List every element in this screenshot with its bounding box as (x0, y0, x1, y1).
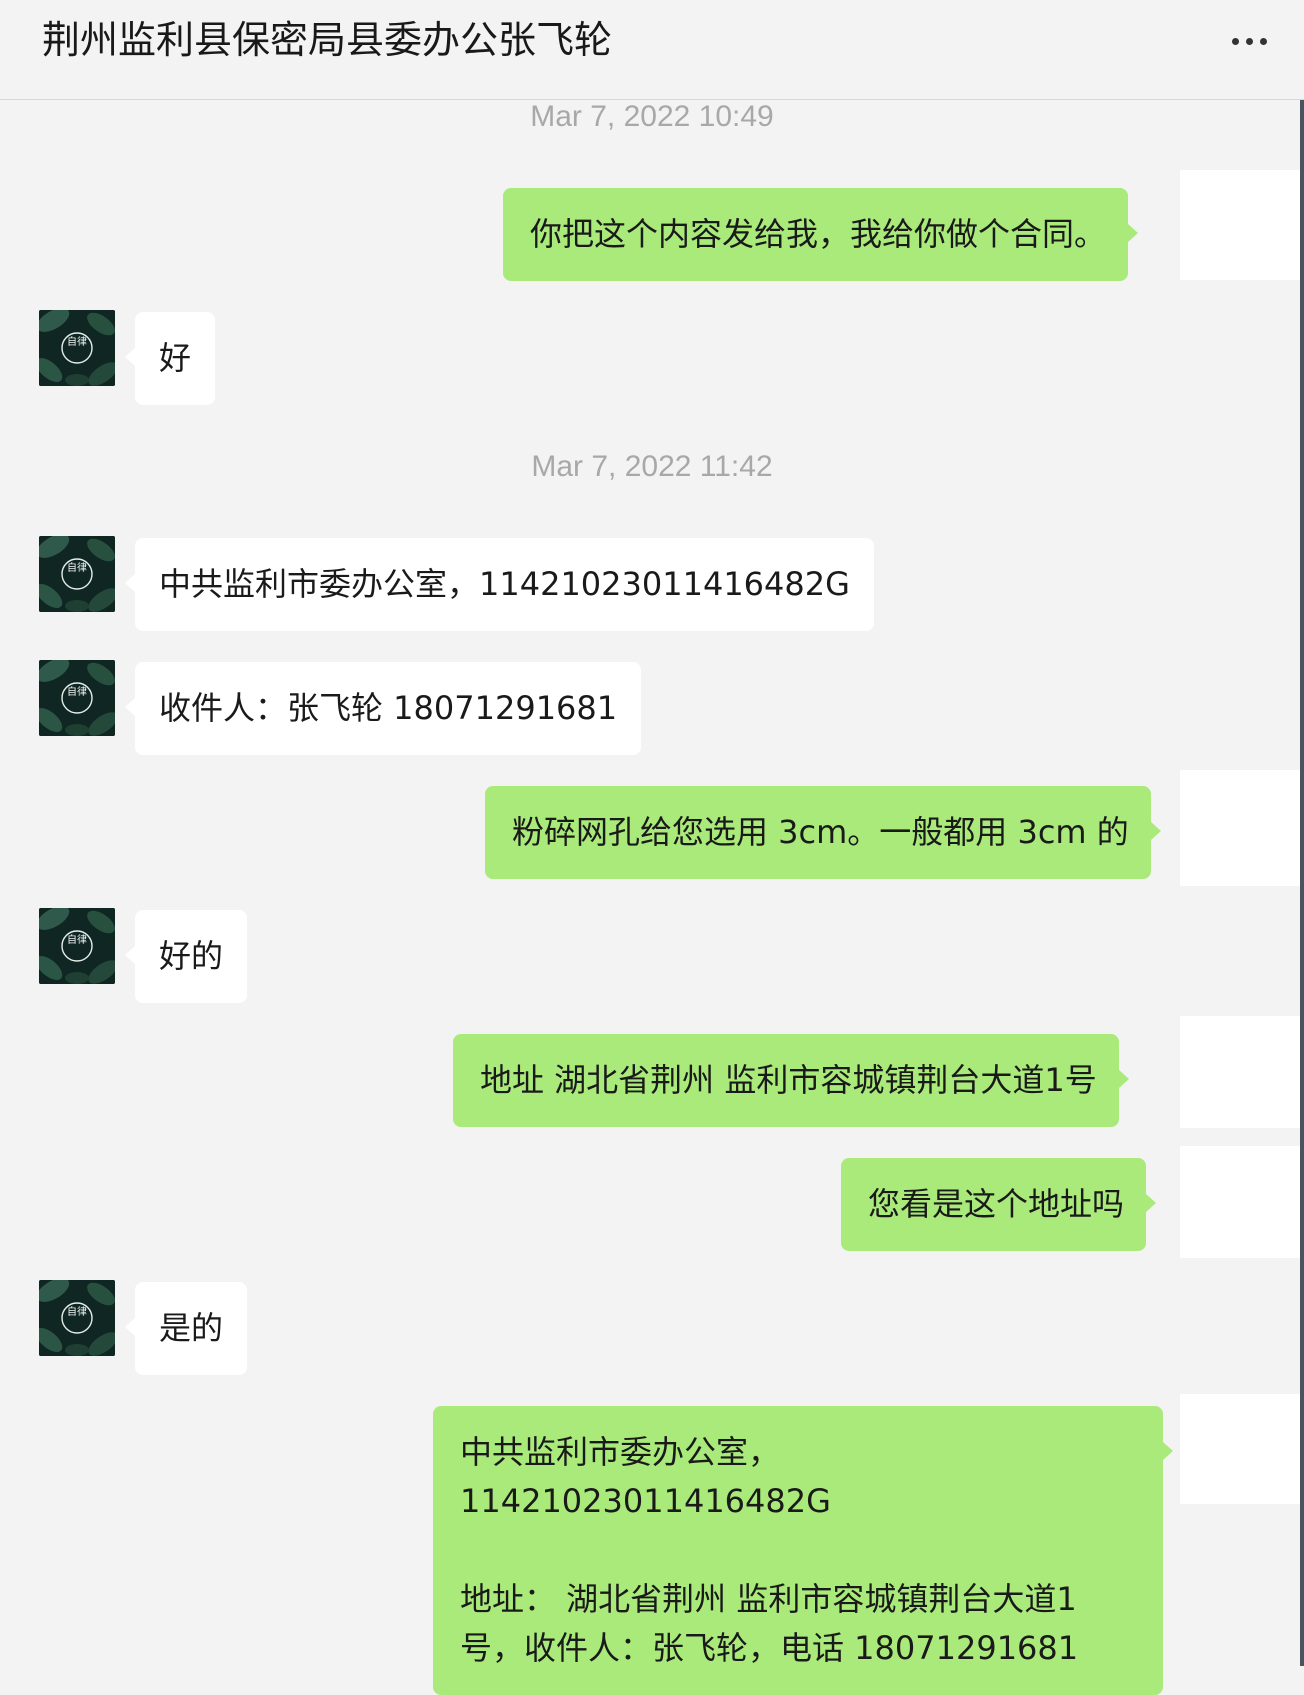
avatar-text: 自律 (67, 335, 87, 348)
outgoing-message[interactable]: 粉碎网孔给您选用 3cm。一般都用 3cm 的 (485, 786, 1161, 879)
chat-title: 荆州监利县保密局县委办公张飞轮 (42, 18, 613, 62)
message-line: 中共监利市委办公室，11421023011416482G (460, 1433, 831, 1520)
chat-header: 荆州监利县保密局县委办公张飞轮 (0, 0, 1304, 100)
more-options-button[interactable] (1230, 34, 1270, 48)
avatar-text: 自律 (67, 933, 87, 946)
contact-avatar[interactable]: 自律 (39, 660, 115, 736)
message-line: 地址： 湖北省荆州 监利市容城镇荆台大道1 (460, 1580, 1077, 1618)
more-dots-icon (1246, 38, 1253, 45)
outgoing-message[interactable]: 你把这个内容发给我，我给你做个合同。 (503, 188, 1139, 281)
contact-avatar[interactable]: 自律 (39, 310, 115, 386)
avatar-text: 自律 (67, 685, 87, 698)
incoming-message[interactable]: 中共监利市委办公室，11421023011416482G (125, 538, 874, 631)
timestamp: Mar 7, 2022 11:42 (531, 450, 773, 483)
avatar-text: 自律 (67, 1305, 87, 1318)
incoming-message[interactable]: 收件人：张飞轮 18071291681 (124, 662, 642, 755)
contact-avatar[interactable]: 自律 (39, 536, 115, 612)
message-padding (1180, 1146, 1300, 1258)
message-padding (1180, 1016, 1300, 1128)
incoming-message[interactable]: 好 (124, 312, 216, 405)
more-dots-icon (1260, 38, 1267, 45)
outgoing-message[interactable]: 您看是这个地址吗 (841, 1158, 1157, 1251)
message-padding (1180, 770, 1300, 886)
incoming-message[interactable]: 是的 (124, 1282, 248, 1375)
outgoing-message[interactable]: 地址 湖北省荆州 监利市容城镇荆台大道1号 (453, 1034, 1129, 1127)
incoming-message[interactable]: 好的 (124, 910, 248, 1003)
avatar-text: 自律 (67, 561, 87, 574)
window-edge-strip (1300, 0, 1304, 1666)
more-dots-icon (1232, 38, 1239, 45)
outgoing-message-multiline[interactable]: 中共监利市委办公室，11421023011416482G 地址： 湖北省荆州 监… (433, 1406, 1173, 1695)
message-padding (1180, 1394, 1300, 1504)
message-padding (1180, 170, 1300, 280)
timestamp: Mar 7, 2022 10:49 (530, 100, 774, 133)
contact-avatar[interactable]: 自律 (39, 1280, 115, 1356)
contact-avatar[interactable]: 自律 (39, 908, 115, 984)
